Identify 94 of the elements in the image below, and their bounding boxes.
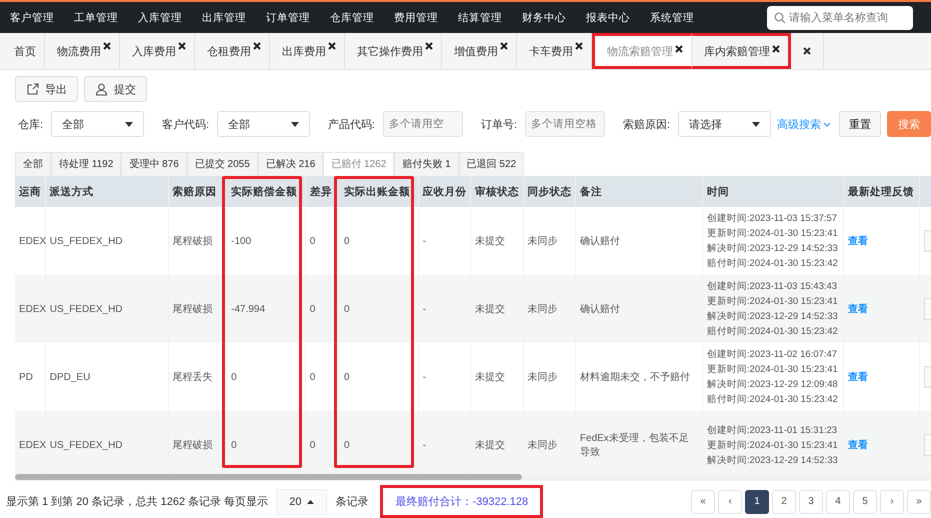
pagination-button[interactable]: ‹: [718, 490, 742, 514]
page-tab[interactable]: 其它操作费用: [345, 33, 442, 69]
page-tab[interactable]: 增值费用: [442, 33, 517, 69]
scrollbar-thumb[interactable]: [15, 474, 522, 480]
records-label: 条记录: [335, 495, 368, 509]
pagination-button[interactable]: 4: [826, 490, 850, 514]
status-tab[interactable]: 全部: [15, 152, 51, 176]
column-header: 备注: [575, 176, 702, 207]
table-cell: 0: [305, 275, 336, 343]
user-icon: [95, 82, 108, 96]
pagination-button[interactable]: ›: [880, 490, 904, 514]
pagination-button[interactable]: 2: [772, 490, 796, 514]
filter-input-field[interactable]: 多个请用空格: [525, 111, 606, 137]
close-icon[interactable]: [575, 42, 583, 50]
page-tab[interactable]: 入库费用: [120, 33, 195, 69]
pagination-button[interactable]: »: [907, 490, 931, 514]
caret-up-icon: [307, 500, 314, 504]
table-cell: 未同步: [523, 275, 576, 343]
filter-label: 产品代码:: [328, 118, 375, 132]
table-cell: 尾程破损: [168, 275, 223, 343]
filter-dropdown[interactable]: 全部: [51, 111, 144, 137]
close-icon[interactable]: [675, 45, 683, 53]
table-cell: US_FEDEX_HD: [45, 275, 168, 343]
close-icon[interactable]: [772, 45, 780, 53]
nav-menu-item[interactable]: 费用管理: [394, 10, 438, 24]
page-tab[interactable]: 物流费用: [45, 33, 120, 69]
nav-menu-item[interactable]: 财务中心: [522, 10, 566, 24]
column-header: 时间: [702, 176, 844, 207]
filter-label: 仓库:: [18, 118, 44, 132]
page-tab[interactable]: 库内索赔管理: [692, 33, 791, 69]
status-tab[interactable]: 已赔付 1262: [323, 152, 394, 176]
filter-input-field[interactable]: 多个请用空: [382, 111, 463, 137]
caret-icon: [752, 122, 760, 126]
close-icon[interactable]: [178, 42, 186, 50]
nav-menu-item[interactable]: 客户管理: [10, 10, 54, 24]
nav-menu-item[interactable]: 仓库管理: [330, 10, 374, 24]
nav-menu-item[interactable]: 系统管理: [650, 10, 694, 24]
filter-dropdown[interactable]: 全部: [217, 111, 310, 137]
close-icon[interactable]: [425, 42, 433, 50]
nav-menu-item[interactable]: 结算管理: [458, 10, 502, 24]
filter-label: 订单号:: [480, 118, 518, 132]
close-icon[interactable]: [500, 42, 508, 50]
column-header: 索赔原因: [168, 176, 223, 207]
filter-label: 客户代码:: [162, 118, 210, 132]
nav-menu-item[interactable]: 订单管理: [266, 10, 310, 24]
page-size-dropdown[interactable]: 20: [276, 488, 328, 514]
status-tab[interactable]: 赔付失败 1: [394, 152, 459, 176]
page-tab[interactable]: 物流索赔管理: [592, 33, 692, 69]
pagination-button[interactable]: 1: [745, 490, 769, 514]
column-header: 最新处理反馈: [844, 176, 920, 207]
close-icon[interactable]: [103, 42, 111, 50]
nav-menu-item[interactable]: 工单管理: [74, 10, 118, 24]
records-summary: 显示第 1 到第 20 条记录，总共 1262 条记录 每页显示: [6, 495, 268, 509]
table-cell: EDEX: [15, 275, 46, 343]
column-header: 同步状态: [523, 176, 576, 207]
page-tab[interactable]: 首页: [2, 33, 45, 69]
column-header: 应收月份: [418, 176, 471, 207]
filter-label: 索赔原因:: [623, 118, 670, 132]
pagination-button[interactable]: 3: [799, 490, 823, 514]
table-cell: -: [418, 275, 471, 343]
toolbar-button[interactable]: 提交: [84, 76, 147, 102]
close-icon: [803, 47, 811, 55]
table-cell: 0: [336, 275, 418, 343]
export-icon: [26, 82, 39, 96]
column-header: 运商: [15, 176, 46, 207]
nav-menu-item[interactable]: 报表中心: [586, 10, 630, 24]
page-tab[interactable]: 出库费用: [270, 33, 345, 69]
column-header: 审核状态: [470, 176, 523, 207]
status-tab[interactable]: 已退回 522: [458, 152, 524, 176]
chevron-down-icon: [822, 122, 831, 126]
close-icon[interactable]: [328, 42, 336, 50]
compensation-total: 最终赔付合计：-39322.128: [380, 485, 544, 518]
status-tab[interactable]: 已解决 216: [258, 152, 324, 176]
page-tab[interactable]: 仓租费用: [195, 33, 270, 69]
caret-icon: [124, 122, 133, 126]
close-icon[interactable]: [253, 42, 261, 50]
table-cell: 未提交: [470, 275, 523, 343]
menu-search-field[interactable]: 请输入菜单名称查询: [767, 6, 913, 30]
nav-menu-item[interactable]: 入库管理: [138, 10, 182, 24]
status-tab[interactable]: 受理中 876: [121, 152, 187, 176]
pagination-button[interactable]: 5: [853, 490, 877, 514]
status-tab[interactable]: 已提交 2055: [186, 152, 258, 176]
filter-dropdown[interactable]: 请选择: [678, 111, 771, 137]
reset-button[interactable]: 重置: [838, 111, 881, 137]
table-cell: 确认赔付: [575, 275, 702, 343]
column-header: 派送方式: [45, 176, 168, 207]
timestamps-cell: 创建时间:2023-11-03 15:43:43 更新时间:2024-01-30 15:23:41 解决时间:2023-12-29 14:52:33 赔付时间:2024-01-30 15:23:42: [702, 275, 844, 343]
status-tab[interactable]: 待处理 1192: [51, 152, 122, 176]
toolbar-button[interactable]: 导出: [15, 76, 78, 102]
pagination-button[interactable]: «: [691, 490, 715, 514]
column-header: 差异: [305, 176, 336, 207]
caret-icon: [290, 122, 299, 126]
nav-menu-item[interactable]: 出库管理: [202, 10, 246, 24]
table-cell: -47.994: [222, 275, 306, 343]
